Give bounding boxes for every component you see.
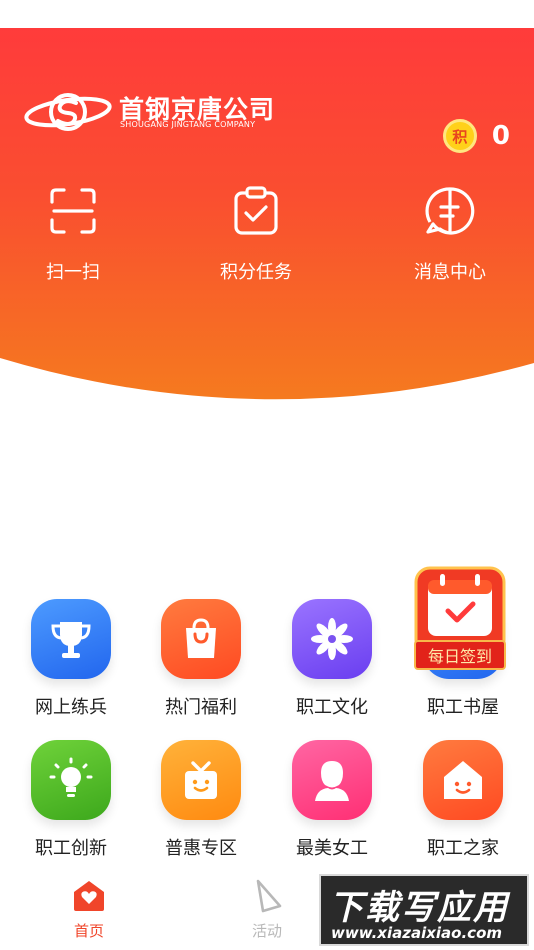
app-icon-bg bbox=[292, 599, 372, 679]
app-icon-bg bbox=[31, 599, 111, 679]
app-label: 职工创新 bbox=[35, 838, 107, 859]
grid-item-online-training[interactable]: 网上练兵 bbox=[16, 599, 126, 739]
watermark-title: 下载写应用 bbox=[329, 888, 509, 928]
tab-activity[interactable]: 活动 bbox=[222, 878, 312, 948]
flower-icon bbox=[311, 618, 353, 660]
status-bar bbox=[0, 0, 534, 28]
daily-signin-badge[interactable]: 每日签到 bbox=[410, 566, 510, 674]
app-label: 普惠专区 bbox=[165, 838, 237, 859]
quick-action-label: 积分任务 bbox=[220, 262, 292, 283]
grid-item-staff-home[interactable]: 职工之家 bbox=[408, 740, 518, 880]
app-icon-bg bbox=[161, 599, 241, 679]
woman-icon bbox=[315, 761, 349, 801]
gift-icon bbox=[185, 761, 217, 799]
points-value: 0 bbox=[491, 121, 510, 151]
tab-label: 活动 bbox=[251, 922, 282, 940]
app-icon-bg bbox=[31, 740, 111, 820]
app-icon-bg bbox=[423, 740, 503, 820]
points-badge: 积 bbox=[452, 127, 468, 146]
app-label: 网上练兵 bbox=[35, 697, 107, 718]
watermark: 下载写应用 www.xiazaixiao.com bbox=[319, 874, 529, 946]
quick-action-scan[interactable]: 扫一扫 bbox=[3, 186, 143, 286]
brand-logo: 首钢京唐公司 SHOUGANG JINGTANG COMPANY bbox=[24, 88, 294, 162]
brand-subtitle: SHOUGANG JINGTANG COMPANY bbox=[120, 120, 256, 129]
shopping-bag-icon bbox=[186, 618, 216, 658]
points-coin-icon: 积 bbox=[442, 119, 477, 153]
signin-label: 每日签到 bbox=[414, 640, 506, 670]
lightbulb-icon bbox=[49, 757, 93, 797]
app-label: 职工文化 bbox=[296, 697, 368, 718]
quick-action-label: 扫一扫 bbox=[46, 262, 100, 283]
clipboard-check-icon bbox=[234, 186, 278, 235]
app-label: 职工书屋 bbox=[427, 697, 499, 718]
tab-label: 首页 bbox=[73, 922, 104, 940]
app-label: 最美女工 bbox=[296, 838, 368, 859]
grid-item-benefit-zone[interactable]: 普惠专区 bbox=[146, 740, 256, 880]
home-icon bbox=[444, 761, 482, 799]
logo-icon bbox=[24, 93, 112, 131]
trophy-icon bbox=[51, 622, 91, 658]
home-heart-icon bbox=[74, 881, 104, 911]
app-label: 热门福利 bbox=[165, 697, 237, 718]
grid-item-staff-culture[interactable]: 职工文化 bbox=[277, 599, 387, 739]
points-widget[interactable]: 积 0 bbox=[442, 116, 510, 156]
quick-action-label: 消息中心 bbox=[414, 262, 486, 283]
tab-home[interactable]: 首页 bbox=[44, 878, 134, 948]
grid-item-best-female-worker[interactable]: 最美女工 bbox=[277, 740, 387, 880]
app-icon-bg bbox=[292, 740, 372, 820]
grid-item-staff-innovation[interactable]: 职工创新 bbox=[16, 740, 126, 880]
app-icon-bg bbox=[161, 740, 241, 820]
quick-action-points-tasks[interactable]: 积分任务 bbox=[186, 186, 326, 286]
scan-icon bbox=[50, 188, 96, 234]
grid-item-hot-benefits[interactable]: 热门福利 bbox=[146, 599, 256, 739]
watermark-url: www.xiazaixiao.com bbox=[331, 924, 503, 942]
quick-action-messages[interactable]: 消息中心 bbox=[380, 186, 520, 286]
message-icon bbox=[425, 187, 475, 235]
app-label: 职工之家 bbox=[427, 838, 499, 859]
activity-icon bbox=[256, 879, 282, 913]
